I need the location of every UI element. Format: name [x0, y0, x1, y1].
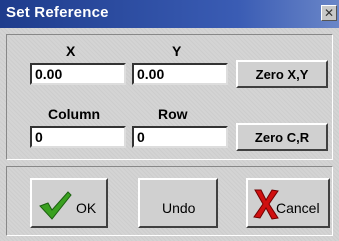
undo-label: Undo	[162, 200, 196, 216]
close-button[interactable]: ✕	[321, 5, 337, 21]
y-input[interactable]	[132, 63, 228, 85]
ok-label: OK	[76, 200, 97, 216]
undo-button[interactable]: Undo	[138, 178, 218, 228]
column-label: Column	[48, 106, 101, 122]
cancel-label: Cancel	[276, 200, 320, 216]
window-title: Set Reference	[6, 4, 109, 21]
x-input[interactable]	[30, 63, 126, 85]
zero-cr-button[interactable]: Zero C,R	[236, 123, 328, 151]
y-label: Y	[172, 43, 182, 59]
row-input[interactable]	[132, 126, 228, 148]
zero-xy-button[interactable]: Zero X,Y	[236, 60, 328, 88]
close-icon: ✕	[323, 6, 335, 20]
x-label: X	[66, 43, 76, 59]
title-bar[interactable]: Set Reference ✕	[0, 0, 339, 28]
checkmark-icon	[39, 191, 72, 220]
cancel-button[interactable]: Cancel	[246, 178, 330, 228]
set-reference-dialog: Set Reference ✕ X Y Zero X,Y Column Row …	[0, 0, 339, 241]
column-input[interactable]	[30, 126, 126, 148]
ok-button[interactable]: OK	[30, 178, 108, 228]
row-label: Row	[158, 106, 188, 122]
